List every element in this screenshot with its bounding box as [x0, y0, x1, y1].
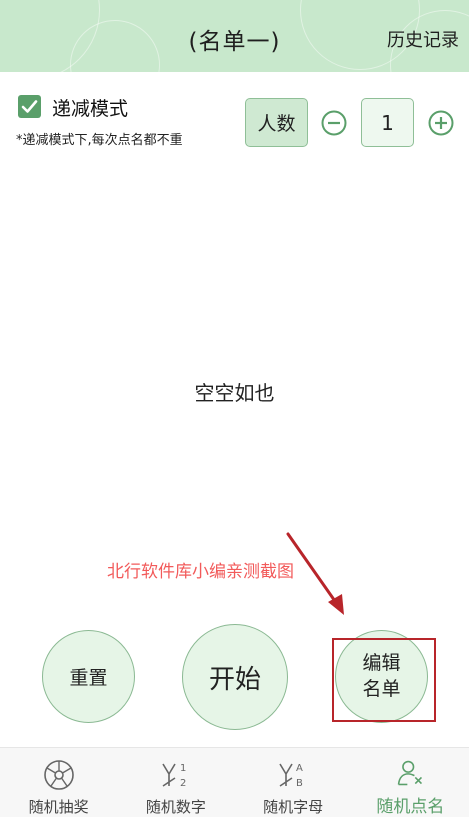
- count-input[interactable]: 1: [361, 98, 414, 147]
- count-button[interactable]: 人数: [245, 98, 308, 147]
- reset-button[interactable]: 重置: [42, 630, 135, 723]
- top-bar: (名单一) 历史记录: [0, 0, 469, 72]
- nav-label-roll-call: 随机点名: [376, 797, 445, 817]
- nav-label-lottery: 随机抽奖: [28, 798, 89, 816]
- svg-text:1: 1: [180, 763, 186, 774]
- annotation-watermark: 北行软件库小编亲测截图: [107, 562, 294, 582]
- svg-text:A: A: [296, 763, 303, 774]
- numbers-icon: 1 2: [162, 763, 186, 789]
- nav-label-letters: 随机字母: [263, 798, 324, 816]
- wheel-icon: [43, 760, 74, 790]
- nav-item-numbers[interactable]: 1 2 随机数字: [117, 748, 234, 817]
- decrement-mode-checkbox[interactable]: [18, 95, 41, 118]
- history-link[interactable]: 历史记录: [387, 26, 459, 52]
- bottom-nav: 随机抽奖 1 2 随机数字 A B 随机字母 随机点名: [0, 747, 469, 817]
- annotation-arrow-icon: [286, 532, 344, 615]
- checkmark-icon: [21, 100, 38, 113]
- svg-text:2: 2: [180, 778, 186, 789]
- decrement-mode-hint: *递减模式下,每次点名都不重: [16, 133, 183, 148]
- nav-label-numbers: 随机数字: [145, 798, 206, 816]
- minus-icon[interactable]: [321, 110, 347, 136]
- svg-text:B: B: [296, 778, 303, 789]
- nav-item-roll-call[interactable]: 随机点名: [352, 748, 469, 817]
- empty-state-text: 空空如也: [194, 381, 275, 405]
- person-icon: [398, 760, 423, 786]
- annotation-highlight-box: [332, 638, 436, 722]
- decrement-mode-label[interactable]: 递减模式: [52, 94, 128, 121]
- letters-icon: A B: [279, 763, 303, 789]
- nav-item-letters[interactable]: A B 随机字母: [235, 748, 352, 817]
- plus-icon[interactable]: [428, 110, 454, 136]
- nav-item-lottery[interactable]: 随机抽奖: [0, 748, 117, 817]
- start-button[interactable]: 开始: [182, 624, 288, 730]
